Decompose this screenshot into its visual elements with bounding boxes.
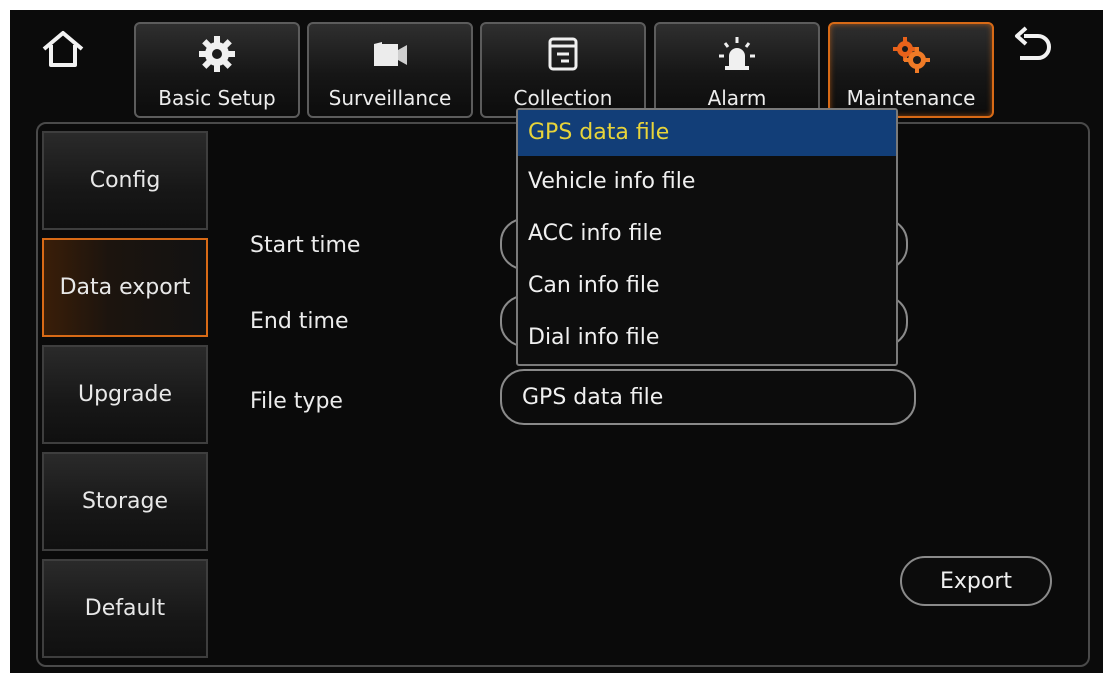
tab-label: Surveillance xyxy=(328,86,452,110)
tab-label: Alarm xyxy=(707,86,767,110)
tab-surveillance[interactable]: Surveillance xyxy=(307,22,473,118)
sidebar-item-data-export[interactable]: Data export xyxy=(42,238,208,337)
back-button[interactable] xyxy=(1008,22,1060,74)
gear-icon xyxy=(199,36,235,72)
sidebar-item-config[interactable]: Config xyxy=(42,131,208,230)
alarm-light-icon xyxy=(719,37,755,70)
file-type-select[interactable]: GPS data file xyxy=(500,369,916,425)
sidebar-item-upgrade[interactable]: Upgrade xyxy=(42,345,208,444)
dropdown-option-gps-data-file[interactable]: GPS data file xyxy=(518,110,896,156)
sidebar-item-storage[interactable]: Storage xyxy=(42,452,208,551)
file-type-value: GPS data file xyxy=(522,384,664,410)
sidebar-item-label: Config xyxy=(89,168,161,193)
back-arrow-icon xyxy=(1015,26,1051,60)
tab-collection[interactable]: Collection xyxy=(480,22,646,118)
dropdown-option-dial-info-file[interactable]: Dial info file xyxy=(518,312,896,364)
dropdown-option-vehicle-info-file[interactable]: Vehicle info file xyxy=(518,156,896,208)
file-type-label: File type xyxy=(250,389,343,414)
tab-alarm[interactable]: Alarm xyxy=(654,22,820,118)
export-label: Export xyxy=(939,568,1012,594)
sidebar-item-default[interactable]: Default xyxy=(42,559,208,658)
tab-label: Maintenance xyxy=(846,86,976,110)
tab-label: Basic Setup xyxy=(158,86,276,110)
export-button[interactable]: Export xyxy=(900,556,1052,606)
sidebar-item-label: Default xyxy=(84,596,166,621)
start-time-label: Start time xyxy=(250,233,361,258)
tab-label: Collection xyxy=(513,86,613,110)
sidebar-item-label: Storage xyxy=(81,489,169,514)
tab-maintenance[interactable]: Maintenance xyxy=(828,22,994,118)
home-button[interactable] xyxy=(38,25,88,75)
sidebar-item-label: Upgrade xyxy=(77,382,173,407)
document-icon xyxy=(548,37,578,71)
dropdown-option-acc-info-file[interactable]: ACC info file xyxy=(518,208,896,260)
maintenance-gears-icon xyxy=(893,37,930,73)
sidebar-item-label: Data export xyxy=(59,275,191,300)
camera-icon xyxy=(374,42,407,66)
tab-basic-setup[interactable]: Basic Setup xyxy=(134,22,300,118)
dropdown-option-can-info-file[interactable]: Can info file xyxy=(518,260,896,312)
file-type-dropdown: GPS data file Vehicle info file ACC info… xyxy=(516,108,898,366)
end-time-label: End time xyxy=(250,309,349,334)
home-icon xyxy=(42,31,84,67)
